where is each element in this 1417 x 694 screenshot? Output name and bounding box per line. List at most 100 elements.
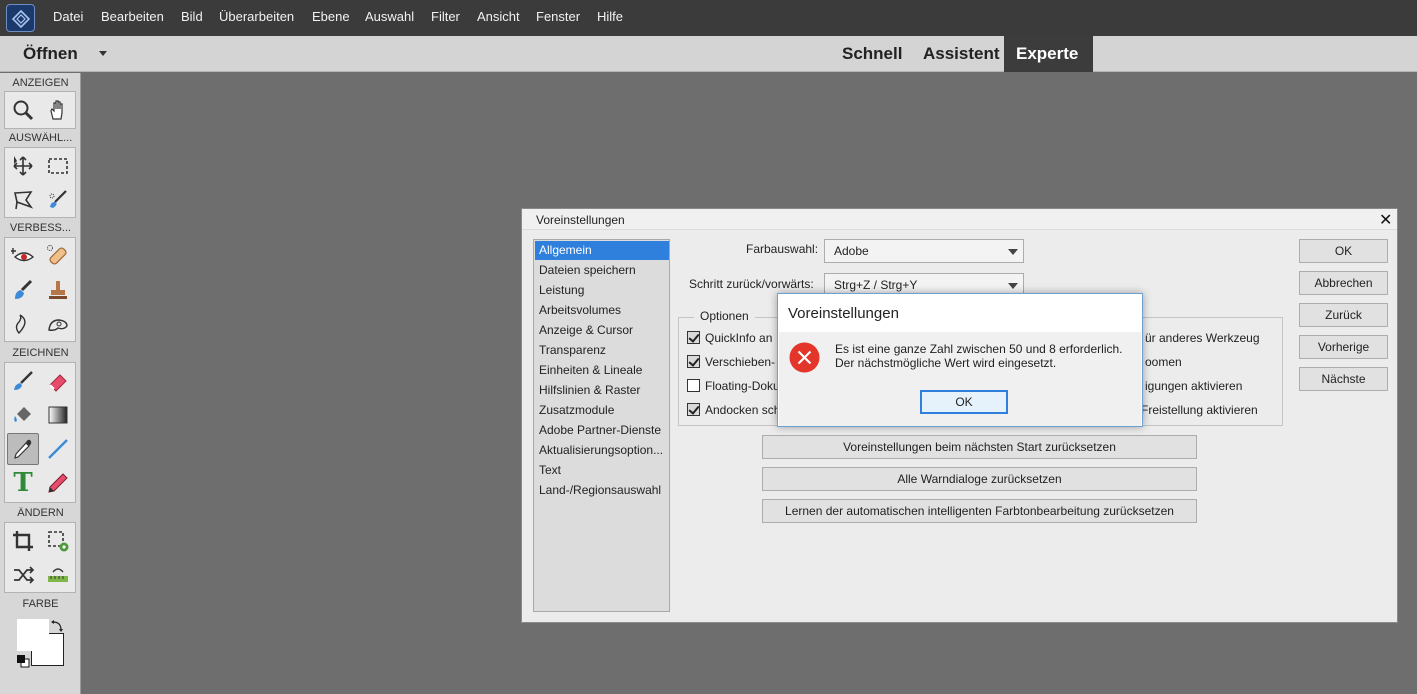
- previous-button[interactable]: Vorherige: [1299, 335, 1388, 359]
- tool-group-modify: [4, 522, 76, 593]
- quick-selection-tool-icon[interactable]: [42, 184, 74, 216]
- menu-datei[interactable]: Datei: [53, 9, 83, 27]
- close-icon[interactable]: ✕: [1379, 210, 1392, 229]
- category-item-guides-grid[interactable]: Hilfslinien & Raster: [535, 381, 669, 400]
- menu-ueberarbeiten[interactable]: Überarbeiten: [219, 9, 294, 27]
- blur-tool-icon[interactable]: [7, 308, 39, 340]
- reset-smart-tone-learning-button[interactable]: Lernen der automatischen intelligenten F…: [762, 499, 1197, 523]
- reset-preferences-button[interactable]: Voreinstellungen beim nächsten Start zur…: [762, 435, 1197, 459]
- mode-bar: Öffnen Schnell Assistent Experte: [0, 36, 1417, 72]
- move-checkbox-label: Verschieben-: [705, 355, 776, 369]
- menu-fenster[interactable]: Fenster: [536, 9, 580, 27]
- open-dropdown-icon[interactable]: [99, 51, 107, 56]
- category-item-plugins[interactable]: Zusatzmodule: [535, 401, 669, 420]
- clone-stamp-tool-icon[interactable]: [42, 274, 74, 306]
- category-item-type[interactable]: Text: [535, 461, 669, 480]
- move-tool-icon[interactable]: [7, 150, 39, 182]
- section-enhance: VERBESS...: [9, 222, 72, 234]
- ok-button[interactable]: OK: [1299, 239, 1388, 263]
- option-right-label-4: Freistellung aktivieren: [1141, 403, 1258, 417]
- preferences-title: Voreinstellungen: [536, 213, 625, 227]
- category-item-update-options[interactable]: Aktualisierungsoption...: [535, 441, 669, 460]
- recompose-tool-icon[interactable]: [42, 525, 74, 557]
- next-button[interactable]: Nächste: [1299, 367, 1388, 391]
- tab-expert[interactable]: Experte: [1004, 36, 1093, 72]
- docking-checkbox[interactable]: [687, 403, 700, 416]
- marquee-tool-icon[interactable]: [42, 150, 74, 182]
- tooltips-checkbox-label: QuickInfo an: [705, 331, 773, 345]
- menu-filter[interactable]: Filter: [431, 9, 460, 27]
- toolbox: ANZEIGEN AUSWÄHL... VERBESS... ZEICHNEN …: [0, 73, 81, 694]
- line-tool-icon[interactable]: [42, 433, 74, 465]
- color-picker-select[interactable]: Adobe: [824, 239, 1024, 263]
- error-message-line-1: Es ist eine ganze Zahl zwischen 50 und 8…: [835, 342, 1123, 356]
- brush-tool-icon[interactable]: [7, 365, 39, 397]
- error-ok-button[interactable]: OK: [920, 390, 1008, 414]
- lasso-tool-icon[interactable]: [7, 184, 39, 216]
- chevron-down-icon: [1008, 283, 1018, 289]
- menu-ebene[interactable]: Ebene: [312, 9, 350, 27]
- hand-tool-icon[interactable]: [42, 94, 74, 126]
- category-item-units-rulers[interactable]: Einheiten & Lineale: [535, 361, 669, 380]
- content-aware-move-tool-icon[interactable]: [7, 559, 39, 591]
- tooltips-checkbox[interactable]: [687, 331, 700, 344]
- paint-bucket-tool-icon[interactable]: [7, 399, 39, 431]
- red-eye-tool-icon[interactable]: [7, 240, 39, 272]
- step-back-forward-label: Schritt zurück/vorwärts:: [689, 277, 814, 291]
- zoom-tool-icon[interactable]: [7, 94, 39, 126]
- sponge-tool-icon[interactable]: [42, 308, 74, 340]
- open-button[interactable]: Öffnen: [23, 44, 78, 64]
- category-item-scratch-disks[interactable]: Arbeitsvolumes: [535, 301, 669, 320]
- menu-hilfe[interactable]: Hilfe: [597, 9, 623, 27]
- menu-bar: Datei Bearbeiten Bild Überarbeiten Ebene…: [0, 0, 1417, 36]
- floating-documents-checkbox[interactable]: [687, 379, 700, 392]
- back-button[interactable]: Zurück: [1299, 303, 1388, 327]
- section-modify: ÄNDERN: [17, 507, 64, 519]
- app-logo-icon[interactable]: [6, 4, 35, 32]
- category-item-general[interactable]: Allgemein: [535, 241, 669, 260]
- category-item-saving-files[interactable]: Dateien speichern: [535, 261, 669, 280]
- move-checkbox[interactable]: [687, 355, 700, 368]
- crop-tool-icon[interactable]: [7, 525, 39, 557]
- gradient-tool-icon[interactable]: [42, 399, 74, 431]
- preferences-titlebar: Voreinstellungen ✕: [522, 209, 1397, 230]
- preferences-category-list: Allgemein Dateien speichern Leistung Arb…: [533, 239, 670, 612]
- spot-healing-tool-icon[interactable]: [42, 240, 74, 272]
- default-colors-icon[interactable]: [17, 653, 30, 668]
- eyedropper-tool-icon[interactable]: [7, 433, 39, 465]
- menu-bearbeiten[interactable]: Bearbeiten: [101, 9, 164, 27]
- tool-group-select: [4, 147, 76, 218]
- tab-guided[interactable]: Assistent: [911, 36, 1012, 72]
- straighten-tool-icon[interactable]: [42, 559, 74, 591]
- category-item-adobe-partner-services[interactable]: Adobe Partner-Dienste: [535, 421, 669, 440]
- foreground-color-swatch[interactable]: [17, 619, 49, 651]
- option-right-label-2: oomen: [1145, 355, 1182, 369]
- color-picker-label: Farbauswahl:: [746, 242, 819, 256]
- text-tool-icon[interactable]: T: [7, 467, 39, 499]
- floating-documents-checkbox-label: Floating-Doku: [705, 379, 780, 393]
- error-message-line-2: Der nächstmögliche Wert wird eingesetzt.: [835, 356, 1057, 370]
- section-view: ANZEIGEN: [12, 77, 69, 89]
- error-dialog: Voreinstellungen Es ist eine ganze Zahl …: [777, 293, 1143, 427]
- tool-group-view: [4, 91, 76, 129]
- section-color: FARBE: [22, 598, 59, 610]
- menu-bild[interactable]: Bild: [181, 9, 203, 27]
- menu-ansicht[interactable]: Ansicht: [477, 9, 520, 27]
- pencil-tool-icon[interactable]: [42, 467, 74, 499]
- error-dialog-title: Voreinstellungen: [788, 305, 899, 322]
- category-item-performance[interactable]: Leistung: [535, 281, 669, 300]
- tab-quick[interactable]: Schnell: [830, 36, 914, 72]
- category-item-transparency[interactable]: Transparenz: [535, 341, 669, 360]
- error-icon: [789, 342, 820, 373]
- swap-colors-icon[interactable]: [50, 619, 64, 633]
- option-right-label-1: ür anderes Werkzeug: [1145, 331, 1260, 345]
- category-item-display-cursors[interactable]: Anzeige & Cursor: [535, 321, 669, 340]
- eraser-tool-icon[interactable]: [42, 365, 74, 397]
- menu-auswahl[interactable]: Auswahl: [365, 9, 414, 27]
- cancel-button[interactable]: Abbrechen: [1299, 271, 1388, 295]
- category-item-country-region[interactable]: Land-/Regionsauswahl: [535, 481, 669, 500]
- smart-brush-tool-icon[interactable]: [7, 274, 39, 306]
- section-draw: ZEICHNEN: [12, 347, 69, 359]
- reset-warning-dialogs-button[interactable]: Alle Warndialoge zurücksetzen: [762, 467, 1197, 491]
- step-back-forward-value: Strg+Z / Strg+Y: [834, 278, 918, 292]
